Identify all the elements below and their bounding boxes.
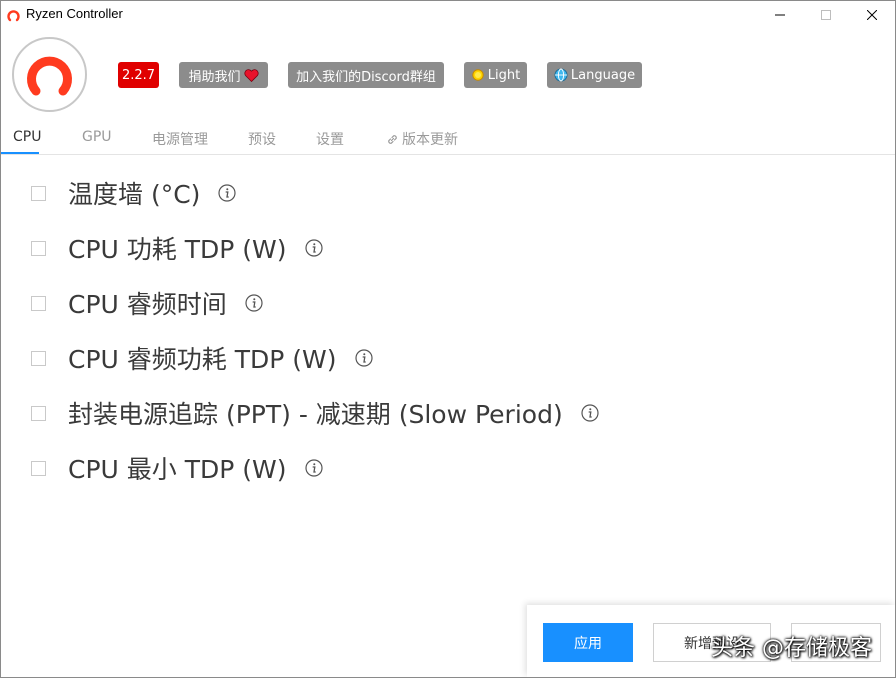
tab-cpu[interactable]: CPU	[13, 129, 41, 145]
new-preset-button[interactable]: 新增预设	[653, 623, 771, 662]
info-icon[interactable]	[304, 239, 323, 257]
tab-gpu[interactable]: GPU	[82, 129, 112, 145]
secondary-action-button[interactable]	[791, 623, 881, 662]
window-title: Ryzen Controller	[26, 6, 123, 21]
link-icon	[386, 133, 399, 146]
info-icon[interactable]	[354, 349, 373, 367]
setting-label: 温度墙 (°C)	[68, 180, 201, 209]
theme-toggle-button[interactable]: Light	[464, 62, 527, 88]
setting-label: 封装电源追踪 (PPT) - 减速期 (Slow Period)	[68, 400, 563, 429]
sun-icon	[471, 68, 485, 82]
info-icon[interactable]	[304, 459, 323, 477]
setting-checkbox[interactable]	[31, 350, 46, 366]
setting-checkbox[interactable]	[31, 295, 46, 311]
language-label: Language	[570, 67, 636, 83]
setting-row-boost-time: CPU 睿频时间	[31, 285, 263, 321]
title-bar[interactable]: Ryzen Controller	[1, 1, 895, 27]
setting-row-ppt-slow: 封装电源追踪 (PPT) - 减速期 (Slow Period)	[31, 395, 599, 431]
tab-updates[interactable]: 版本更新	[386, 129, 458, 149]
setting-row-cpu-tdp: CPU 功耗 TDP (W)	[31, 230, 323, 266]
new-preset-label: 新增预设	[684, 635, 740, 652]
ryzen-controller-logo	[12, 37, 87, 112]
minimize-icon	[775, 5, 785, 24]
theme-label: Light	[487, 67, 521, 83]
setting-label: CPU 睿频功耗 TDP (W)	[68, 345, 337, 374]
donate-label: 捐助我们	[188, 69, 241, 85]
app-logo-icon	[7, 7, 20, 22]
setting-row-boost-tdp: CPU 睿频功耗 TDP (W)	[31, 340, 373, 376]
setting-label: CPU 睿频时间	[68, 290, 227, 319]
info-icon[interactable]	[581, 404, 599, 422]
info-icon[interactable]	[245, 294, 263, 312]
setting-checkbox[interactable]	[31, 240, 46, 256]
setting-checkbox[interactable]	[31, 460, 46, 476]
close-button[interactable]	[849, 1, 895, 27]
apply-button[interactable]: 应用	[543, 623, 633, 662]
action-bar: 应用 新增预设	[527, 605, 895, 677]
tab-settings-label: 设置	[316, 132, 344, 148]
ryzen-logo-icon	[27, 56, 72, 96]
tab-cpu-label: CPU	[13, 129, 42, 145]
heart-icon	[243, 68, 259, 82]
tab-presets-label: 预设	[248, 132, 276, 148]
setting-row-min-tdp: CPU 最小 TDP (W)	[31, 450, 323, 486]
setting-checkbox[interactable]	[31, 405, 46, 421]
apply-label: 应用	[574, 635, 602, 652]
maximize-button[interactable]	[803, 1, 849, 27]
setting-label: CPU 最小 TDP (W)	[68, 455, 287, 484]
donate-button[interactable]: 捐助我们	[179, 62, 268, 88]
tab-updates-label: 版本更新	[402, 132, 458, 148]
version-label: 2.2.7	[121, 67, 156, 83]
tab-bar: CPU GPU 电源管理 预设 设置 版本更新	[1, 123, 895, 155]
globe-icon	[554, 68, 568, 82]
tab-settings[interactable]: 设置	[316, 129, 344, 149]
app-window: Ryzen Controller 2.2.7 捐助我们 加入我们的Discord…	[0, 0, 896, 678]
close-icon	[866, 5, 878, 24]
minimize-button[interactable]	[757, 1, 803, 27]
maximize-icon	[821, 5, 831, 24]
info-icon[interactable]	[218, 184, 237, 202]
setting-label: CPU 功耗 TDP (W)	[68, 235, 287, 264]
version-badge[interactable]: 2.2.7	[118, 62, 159, 88]
tab-power-label: 电源管理	[152, 132, 208, 148]
tab-presets[interactable]: 预设	[248, 129, 276, 149]
setting-checkbox[interactable]	[31, 185, 46, 201]
discord-button[interactable]: 加入我们的Discord群组	[288, 62, 444, 88]
active-tab-indicator	[1, 152, 39, 154]
discord-label: 加入我们的Discord群组	[296, 69, 436, 85]
tab-power[interactable]: 电源管理	[152, 129, 208, 149]
language-button[interactable]: Language	[547, 62, 642, 88]
setting-row-temperature-limit: 温度墙 (°C)	[31, 175, 237, 211]
tab-gpu-label: GPU	[82, 129, 112, 145]
